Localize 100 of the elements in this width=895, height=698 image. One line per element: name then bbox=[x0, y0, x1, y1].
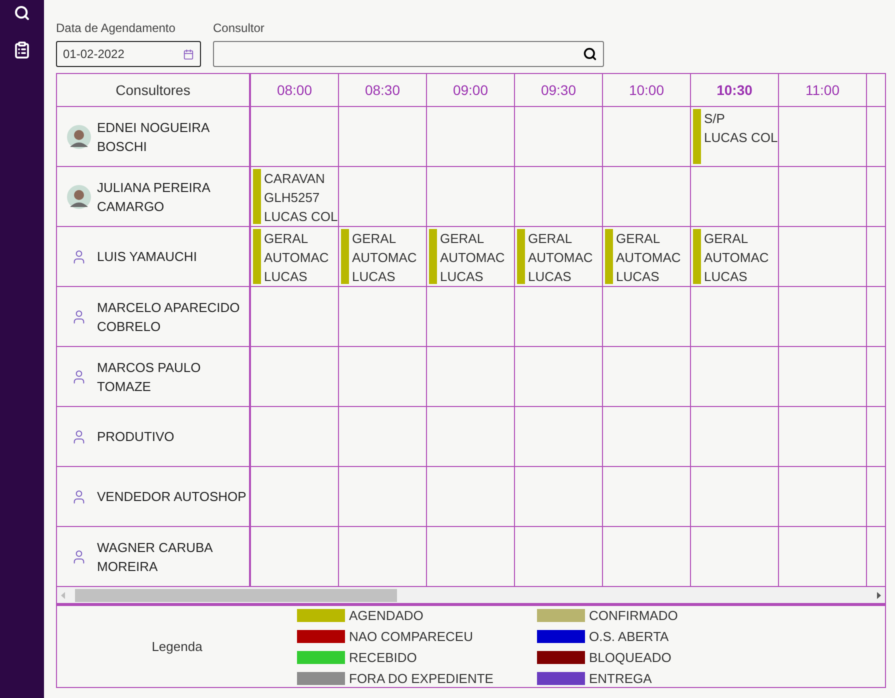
schedule-slot[interactable] bbox=[251, 466, 339, 526]
clipboard-icon[interactable] bbox=[13, 41, 31, 59]
schedule-slot[interactable] bbox=[691, 346, 779, 406]
consultant-name: JULIANA PEREIRA CAMARGO bbox=[97, 178, 212, 216]
appointment-text: LUCAS bbox=[528, 268, 572, 286]
appointment-text: LUCAS bbox=[352, 268, 396, 286]
horizontal-scrollbar[interactable] bbox=[57, 586, 885, 603]
schedule-slot[interactable] bbox=[515, 466, 603, 526]
schedule-slot[interactable] bbox=[515, 166, 603, 226]
schedule-slot[interactable] bbox=[603, 466, 691, 526]
legend-label: FORA DO EXPEDIENTE bbox=[349, 670, 494, 686]
consultant-field[interactable] bbox=[213, 41, 604, 67]
appointment-text: LUCAS COL bbox=[264, 208, 338, 226]
schedule-slot[interactable] bbox=[427, 286, 515, 346]
appointment-text: AUTOMAC bbox=[616, 249, 681, 267]
schedule-slot[interactable] bbox=[251, 286, 339, 346]
appointment-text: LUCAS COL bbox=[704, 129, 778, 147]
legend-label: O.S. ABERTA bbox=[589, 628, 669, 644]
schedule-slot[interactable] bbox=[427, 166, 515, 226]
schedule-slot[interactable] bbox=[339, 166, 427, 226]
schedule-slot[interactable] bbox=[691, 406, 779, 466]
schedule-slot[interactable]: GERAL AUTOMAC LUCAS bbox=[339, 226, 427, 286]
schedule-slot[interactable] bbox=[515, 286, 603, 346]
appointment-text: GERAL bbox=[440, 230, 486, 248]
schedule-slot[interactable]: GERAL AUTOMAC LUCAS bbox=[515, 226, 603, 286]
schedule-slot[interactable] bbox=[603, 346, 691, 406]
consultant-name: VENDEDOR AUTOSHOP bbox=[97, 488, 246, 506]
appointment-text: GERAL bbox=[264, 230, 310, 248]
time-header: 08:30 bbox=[364, 80, 400, 100]
schedule-slot[interactable]: GERAL AUTOMAC LUCAS bbox=[691, 226, 779, 286]
appointment-text: AUTOMAC bbox=[440, 249, 505, 267]
schedule-slot[interactable] bbox=[603, 106, 691, 166]
schedule-slot[interactable]: CARAVAN GLH5257 LUCAS COL bbox=[251, 166, 339, 226]
schedule-slot[interactable] bbox=[779, 406, 867, 466]
schedule-slot[interactable] bbox=[339, 106, 427, 166]
schedule-slot[interactable]: GERAL AUTOMAC LUCAS bbox=[603, 226, 691, 286]
legend-label: ENTREGA bbox=[589, 670, 652, 686]
schedule-slot[interactable] bbox=[691, 286, 779, 346]
appointment-text: AUTOMAC bbox=[704, 249, 769, 267]
legend-label: BLOQUEADO bbox=[589, 648, 672, 666]
schedule-slot[interactable] bbox=[251, 346, 339, 406]
appointment-text: GERAL bbox=[704, 230, 750, 248]
legend-label: NAO COMPARECEU bbox=[349, 628, 473, 644]
time-header: 09:00 bbox=[452, 80, 488, 100]
schedule-slot[interactable] bbox=[779, 106, 867, 166]
schedule-slot[interactable] bbox=[691, 166, 779, 226]
field-label: Data de Agendamento bbox=[56, 20, 176, 37]
consultant-name: WAGNER CARUBA MOREIRA bbox=[97, 538, 214, 576]
schedule-slot[interactable] bbox=[515, 346, 603, 406]
schedule-slot[interactable]: GERAL AUTOMAC LUCAS bbox=[251, 226, 339, 286]
schedule-slot[interactable] bbox=[339, 286, 427, 346]
scroll-right-icon[interactable] bbox=[877, 592, 881, 598]
schedule-slot[interactable] bbox=[515, 406, 603, 466]
schedule-slot[interactable] bbox=[339, 466, 427, 526]
date-field[interactable]: 01-02-2022 bbox=[56, 41, 201, 67]
appointment-text: AUTOMAC bbox=[352, 249, 417, 267]
schedule-slot[interactable] bbox=[251, 406, 339, 466]
schedule-slot[interactable]: GERAL AUTOMAC LUCAS bbox=[427, 226, 515, 286]
schedule-slot[interactable] bbox=[779, 346, 867, 406]
column-header: Consultores bbox=[116, 80, 190, 100]
schedule-slot[interactable]: S/P LUCAS COL bbox=[691, 106, 779, 166]
legend-label: RECEBIDO bbox=[349, 648, 417, 666]
schedule-slot[interactable] bbox=[603, 406, 691, 466]
appointment-text: GLH5257 bbox=[264, 189, 321, 207]
schedule-slot[interactable] bbox=[515, 106, 603, 166]
schedule-slot[interactable] bbox=[603, 286, 691, 346]
schedule-slot[interactable] bbox=[339, 346, 427, 406]
appointment-text: LUCAS bbox=[440, 268, 484, 286]
schedule-slot[interactable] bbox=[427, 346, 515, 406]
calendar-icon[interactable] bbox=[183, 48, 194, 60]
schedule-slot[interactable] bbox=[427, 406, 515, 466]
appointment-text: S/P bbox=[704, 110, 726, 128]
schedule-slot[interactable] bbox=[427, 466, 515, 526]
appointment-text: LUCAS bbox=[616, 268, 660, 286]
appointment-text: GERAL bbox=[528, 230, 574, 248]
appointment-text: AUTOMAC bbox=[528, 249, 593, 267]
legend-label: AGENDADO bbox=[349, 606, 424, 624]
user-icon bbox=[71, 488, 87, 504]
consultant-name: EDNEI NOGUEIRA BOSCHI bbox=[97, 118, 210, 156]
schedule-slot[interactable] bbox=[779, 166, 867, 226]
time-header: 09:30 bbox=[540, 80, 576, 100]
time-header: 10:30 bbox=[716, 80, 752, 100]
consultant-name: MARCOS PAULO TOMAZE bbox=[97, 358, 202, 396]
user-icon bbox=[71, 548, 87, 564]
schedule-slot[interactable] bbox=[251, 106, 339, 166]
schedule-slot[interactable] bbox=[427, 106, 515, 166]
search-icon[interactable] bbox=[14, 5, 30, 21]
schedule-slot[interactable] bbox=[603, 166, 691, 226]
user-icon bbox=[71, 248, 87, 264]
consultant-name: LUIS YAMAUCHI bbox=[97, 248, 197, 266]
schedule-slot[interactable] bbox=[779, 466, 867, 526]
time-header: 10:00 bbox=[628, 80, 664, 100]
schedule-slot[interactable] bbox=[779, 226, 867, 286]
schedule-slot[interactable] bbox=[339, 406, 427, 466]
user-icon bbox=[71, 308, 87, 324]
search-icon[interactable] bbox=[583, 47, 597, 61]
time-header: 11:00 bbox=[806, 80, 840, 100]
schedule-slot[interactable] bbox=[779, 286, 867, 346]
appointment-text: LUCAS bbox=[264, 268, 308, 286]
schedule-slot[interactable] bbox=[691, 466, 779, 526]
